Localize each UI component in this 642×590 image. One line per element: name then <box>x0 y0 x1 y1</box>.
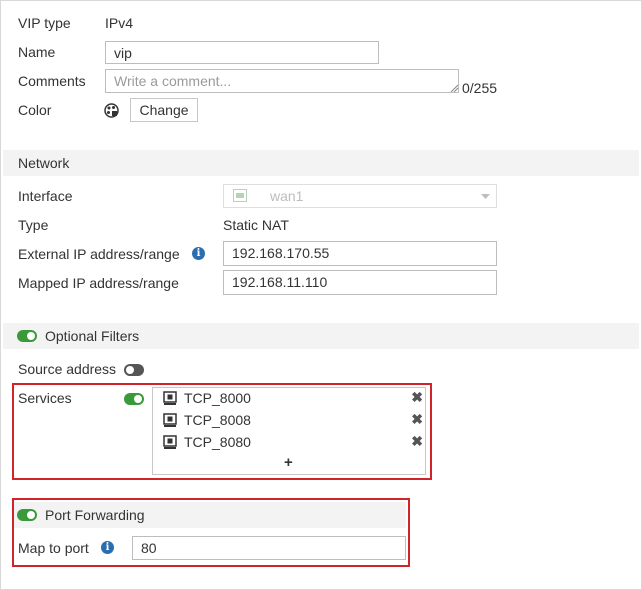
source-address-toggle[interactable] <box>124 363 144 379</box>
remove-service-icon[interactable]: ✖ <box>411 389 423 406</box>
service-icon <box>163 413 177 427</box>
service-name: TCP_8000 <box>184 390 251 406</box>
chevron-down-icon <box>481 194 490 199</box>
map-to-port-input[interactable]: 80 <box>132 536 406 560</box>
service-item: TCP_8008 ✖ <box>163 411 423 431</box>
comments-label: Comments <box>18 73 86 89</box>
network-section-title: Network <box>18 155 70 171</box>
source-address-label: Source address <box>18 361 117 377</box>
external-ip-label: External IP address/range <box>18 246 180 262</box>
interface-value: wan1 <box>270 188 304 204</box>
vip-type-label: VIP type <box>18 15 71 31</box>
external-ip-info-icon[interactable]: i <box>192 247 205 260</box>
port-forwarding-header: Port Forwarding <box>14 502 406 528</box>
port-icon <box>233 189 247 202</box>
comments-textarea[interactable]: Write a comment... <box>105 69 459 93</box>
interface-label: Interface <box>18 188 73 204</box>
port-forwarding-title: Port Forwarding <box>45 507 145 523</box>
name-label: Name <box>18 44 56 60</box>
nat-type-label: Type <box>18 217 49 233</box>
services-list: TCP_8000 ✖ TCP_8008 ✖ TCP_8080 ✖ + <box>152 387 426 475</box>
services-label: Services <box>18 390 72 406</box>
service-name: TCP_8008 <box>184 412 251 428</box>
service-item: TCP_8000 ✖ <box>163 389 423 409</box>
service-item: TCP_8080 ✖ <box>163 433 423 453</box>
vip-type-value: IPv4 <box>105 15 134 31</box>
port-forwarding-toggle[interactable] <box>17 508 37 524</box>
color-label: Color <box>18 102 52 118</box>
add-service-button[interactable]: + <box>284 455 293 471</box>
remove-service-icon[interactable]: ✖ <box>411 411 423 428</box>
mapped-ip-label: Mapped IP address/range <box>18 275 179 291</box>
mapped-ip-input[interactable]: 192.168.11.110 <box>223 270 497 295</box>
service-icon <box>163 435 177 449</box>
optional-filters-toggle[interactable] <box>17 329 37 345</box>
optional-filters-header: Optional Filters <box>3 323 639 349</box>
change-color-button[interactable]: Change <box>130 98 198 122</box>
remove-service-icon[interactable]: ✖ <box>411 433 423 450</box>
optional-filters-title: Optional Filters <box>45 328 140 344</box>
nat-type-value: Static NAT <box>223 217 289 233</box>
resize-handle-icon[interactable] <box>450 84 458 92</box>
interface-select: wan1 <box>223 184 497 208</box>
external-ip-input[interactable]: 192.168.170.55 <box>223 241 497 266</box>
palette-icon <box>104 103 119 118</box>
map-to-port-info-icon[interactable]: i <box>101 541 114 554</box>
map-to-port-label: Map to port <box>18 540 89 556</box>
name-input[interactable]: vip <box>105 41 379 64</box>
services-toggle[interactable] <box>124 392 144 408</box>
service-icon <box>163 391 177 405</box>
network-section-header: Network <box>3 150 639 176</box>
comments-counter: 0/255 <box>462 80 498 96</box>
service-name: TCP_8080 <box>184 434 251 450</box>
